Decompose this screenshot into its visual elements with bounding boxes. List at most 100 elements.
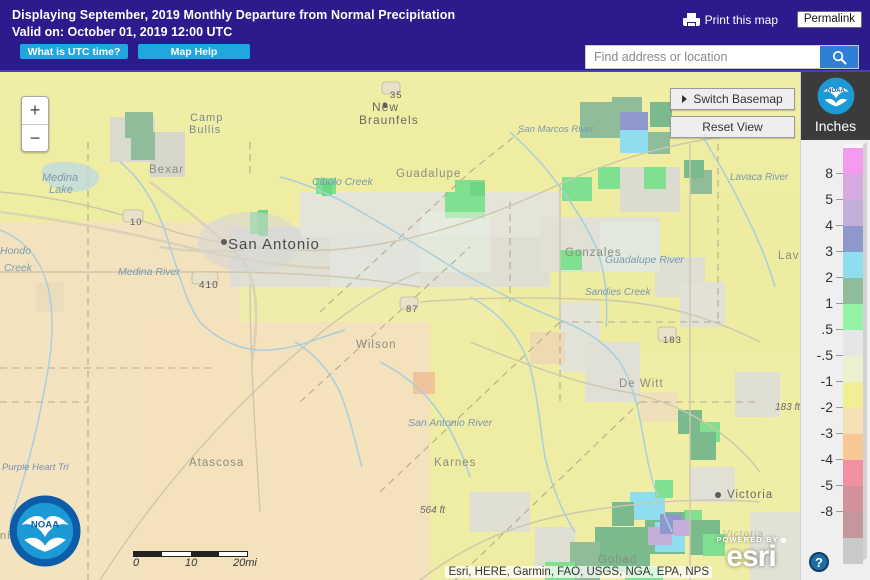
legend-tick-label: -1: [820, 373, 833, 389]
search-button[interactable]: [820, 46, 858, 68]
legend-swatch: [843, 330, 863, 356]
search-input[interactable]: [586, 46, 820, 68]
legend-tick-mark: [836, 224, 843, 226]
legend-tick-mark: [836, 380, 843, 382]
legend-tick: -5: [801, 477, 843, 493]
print-this-map-button[interactable]: Print this map: [682, 12, 778, 27]
legend-tick-label: 4: [825, 217, 833, 233]
legend-tick-label: -2: [820, 399, 833, 415]
legend-tick-mark: [836, 328, 843, 330]
legend-tick: .5: [801, 321, 843, 337]
legend-tick-mark: [836, 354, 843, 356]
esri-logo: POWERED BY esri: [707, 535, 795, 573]
legend-swatch: [843, 460, 863, 486]
legend-tick-label: 5: [825, 191, 833, 207]
scale-bar-labels: 0 10 20mi: [133, 557, 263, 570]
legend-tick: -8: [801, 503, 843, 519]
switch-basemap-label: Switch Basemap: [693, 92, 783, 106]
map-canvas: [0, 72, 800, 580]
legend-tick-mark: [836, 250, 843, 252]
page-title: Displaying September, 2019 Monthly Depar…: [12, 8, 456, 22]
switch-basemap-button[interactable]: Switch Basemap: [670, 88, 795, 110]
legend-swatch: [843, 382, 863, 408]
legend-swatch: [843, 174, 863, 200]
legend-tick: 2: [801, 269, 843, 285]
legend-tick-label: -3: [820, 425, 833, 441]
legend-tick-mark: [836, 406, 843, 408]
reset-view-button[interactable]: Reset View: [670, 116, 795, 138]
noaa-logo-icon: NOAA: [817, 77, 854, 115]
legend-swatch-end: [843, 538, 863, 564]
map-viewport[interactable]: Camp Bullis New Braunfels Bexar Guadalupe Medi…: [0, 72, 800, 580]
legend-tick-mark: [836, 484, 843, 486]
legend-panel: NOAA Inches 8 5 4 3 2 1 .5 -.5 -1 -2 -3 -4 -5 -8 ?: [800, 72, 870, 580]
legend-tick: 5: [801, 191, 843, 207]
help-button[interactable]: ?: [809, 552, 829, 572]
legend-swatch: [843, 486, 863, 512]
legend-tick-mark: [836, 198, 843, 200]
legend-tick: 1: [801, 295, 843, 311]
noaa-logo: NOAA: [9, 495, 81, 567]
scale-bar-label: 10: [185, 557, 198, 569]
legend-tick-mark: [836, 432, 843, 434]
map-help-button[interactable]: Map Help: [138, 44, 250, 59]
legend-tick: 4: [801, 217, 843, 233]
scale-bar-label: 0: [133, 557, 140, 569]
print-this-map-label: Print this map: [704, 12, 778, 27]
legend-units-label: Inches: [814, 118, 857, 134]
legend-color-ramp: [843, 144, 863, 564]
precipitation-map-app: Displaying September, 2019 Monthly Depar…: [0, 0, 870, 580]
legend-swatch: [843, 408, 863, 434]
legend-swatch: [843, 512, 863, 538]
legend-swatch: [843, 434, 863, 460]
legend-tick-label: .5: [821, 321, 833, 337]
legend-header: NOAA Inches: [801, 72, 870, 140]
permalink-button[interactable]: Permalink: [796, 11, 862, 28]
search-bar: [585, 45, 859, 69]
scale-bar: 0 10 20mi: [133, 551, 263, 570]
legend-tick-label: 2: [825, 269, 833, 285]
svg-text:NOAA: NOAA: [31, 519, 59, 530]
legend-tick: 8: [801, 165, 843, 181]
legend-tick-label: -8: [820, 503, 833, 519]
legend-tick: -.5: [801, 347, 843, 363]
legend-swatch: [843, 252, 863, 278]
legend-tick-label: 1: [825, 295, 833, 311]
legend-swatch: [843, 148, 863, 174]
legend-swatch: [843, 356, 863, 382]
svg-text:NOAA: NOAA: [827, 88, 845, 94]
legend-tick: -1: [801, 373, 843, 389]
legend-body: 8 5 4 3 2 1 .5 -.5 -1 -2 -3 -4 -5 -8: [801, 140, 870, 580]
what-is-utc-time-button[interactable]: What is UTC time?: [20, 44, 128, 59]
legend-tick-mark: [836, 510, 843, 512]
legend-tick: -3: [801, 425, 843, 441]
legend-tick-label: -.5: [816, 347, 833, 363]
legend-swatch: [843, 304, 863, 330]
legend-swatch: [843, 278, 863, 304]
legend-tick-label: 8: [825, 165, 833, 181]
legend-tick-label: -4: [820, 451, 833, 467]
legend-tick: -2: [801, 399, 843, 415]
chevron-right-icon: [682, 95, 688, 103]
page-header: Displaying September, 2019 Monthly Depar…: [0, 0, 870, 72]
legend-tick: 3: [801, 243, 843, 259]
valid-time-text: Valid on: October 01, 2019 12:00 UTC: [12, 25, 233, 39]
search-icon: [832, 50, 847, 65]
legend-tick-mark: [836, 172, 843, 174]
zoom-out-button[interactable]: −: [22, 125, 48, 152]
legend-tick: -4: [801, 451, 843, 467]
legend-tick-mark: [836, 276, 843, 278]
legend-tick-label: 3: [825, 243, 833, 259]
basemap-controls: Switch Basemap Reset View: [670, 88, 795, 138]
legend-swatch: [843, 200, 863, 226]
legend-tick-mark: [836, 302, 843, 304]
zoom-in-button[interactable]: +: [22, 97, 48, 124]
map-attribution: Esri, HERE, Garmin, FAO, USGS, NGA, EPA,…: [445, 566, 712, 578]
esri-wordmark: esri: [726, 540, 776, 573]
legend-tick-mark: [836, 458, 843, 460]
zoom-control: + −: [21, 96, 49, 152]
legend-swatch: [843, 226, 863, 252]
scale-bar-label: 20mi: [233, 557, 257, 569]
legend-tick-label: -5: [820, 477, 833, 493]
printer-icon: [682, 12, 700, 27]
